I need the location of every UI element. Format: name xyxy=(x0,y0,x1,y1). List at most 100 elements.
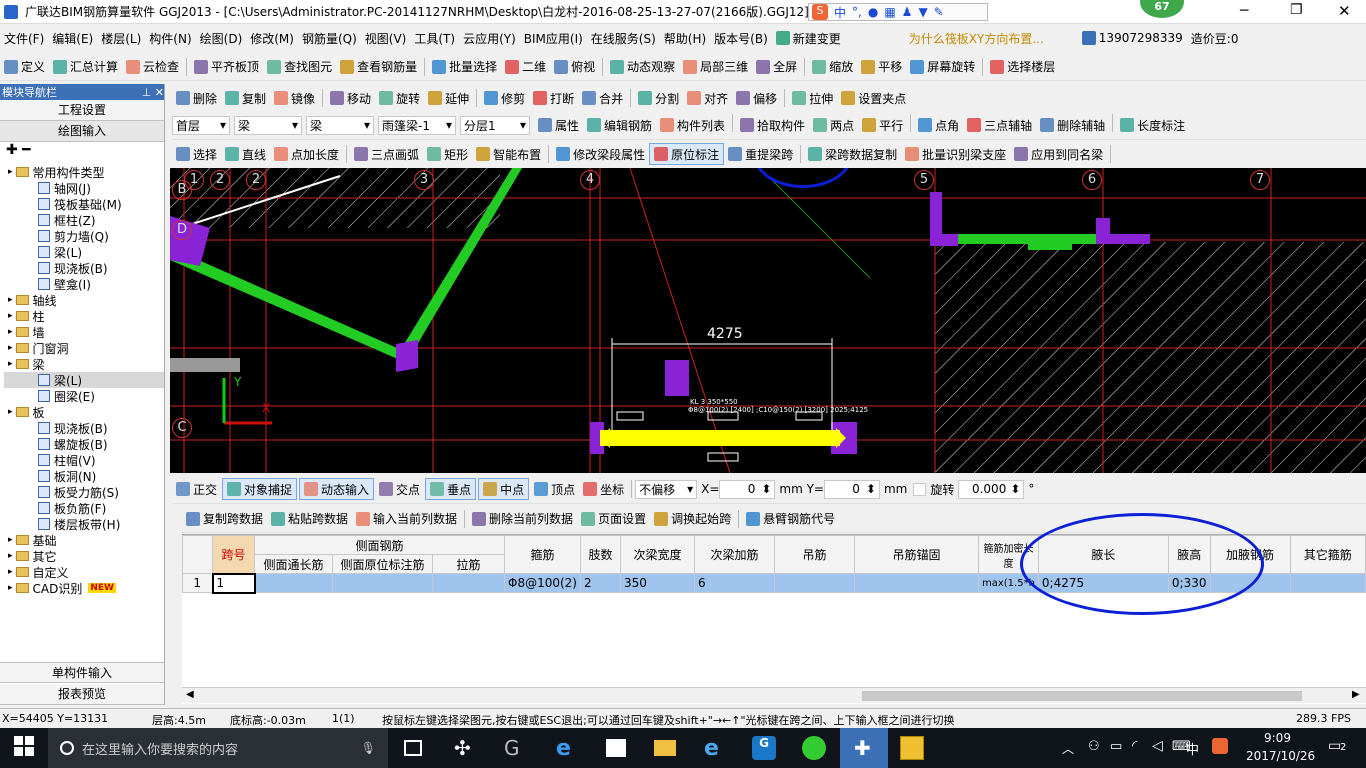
green-app-icon[interactable] xyxy=(802,736,826,760)
menu-item-6[interactable]: 钢筋量(Q) xyxy=(298,27,361,49)
tree-item[interactable]: 板负筋(F) xyxy=(4,500,164,516)
tb4-button-9[interactable]: 梁跨数据复制 xyxy=(804,143,901,165)
tree-item[interactable]: ▸ 基础 xyxy=(4,532,164,548)
offset-select[interactable]: 不偏移 ▾ xyxy=(635,479,698,499)
menu-item-12[interactable]: 帮助(H) xyxy=(660,27,710,49)
tb1-button-3[interactable]: 平齐板顶 xyxy=(190,56,263,78)
tb4-button-1[interactable]: 直线 xyxy=(221,143,270,165)
fan-app-icon[interactable]: ✣ xyxy=(454,736,478,760)
taskbar-search[interactable]: 在这里输入你要搜索的内容 🎙 xyxy=(48,728,388,768)
rotate-input[interactable]: 0.000 ⬍ xyxy=(958,479,1025,499)
tray-volume-icon[interactable]: ◁ xyxy=(1152,738,1163,754)
price-label[interactable]: 造价豆:0 xyxy=(1187,27,1243,49)
menu-item-0[interactable]: 文件(F) xyxy=(0,27,48,49)
grid-button-5[interactable]: 调换起始跨 xyxy=(650,508,735,530)
tb1-button-13[interactable]: 平移 xyxy=(857,56,906,78)
expand-icon[interactable]: ▸ xyxy=(8,311,13,321)
snap-button-2[interactable]: 动态输入 xyxy=(299,478,375,500)
snap-button-4[interactable]: 垂点 xyxy=(425,478,477,500)
tb2-button-4[interactable]: 旋转 xyxy=(375,87,424,109)
tb1-button-2[interactable]: 云检查 xyxy=(122,56,183,78)
snap-button-6[interactable]: 顶点 xyxy=(530,478,579,500)
tb4-button-8[interactable]: 重提梁跨 xyxy=(724,143,797,165)
expand-icon[interactable]: ▸ xyxy=(8,407,13,417)
tree-item[interactable]: 现浇板(B) xyxy=(4,260,164,276)
expand-icon[interactable]: ▸ xyxy=(8,583,13,593)
tb2-button-7[interactable]: 打断 xyxy=(529,87,578,109)
snap-button-0[interactable]: 正交 xyxy=(172,478,221,500)
glodon-g-icon[interactable]: G xyxy=(752,736,776,760)
col-header-9[interactable]: 吊筋锚固 xyxy=(853,535,979,574)
tb3-button-2[interactable]: 构件列表 xyxy=(656,114,729,136)
tray-people-icon[interactable]: ⚇ xyxy=(1088,739,1100,754)
tb3-button-8[interactable]: 删除辅轴 xyxy=(1036,114,1109,136)
tree-item[interactable]: 板洞(N) xyxy=(4,468,164,484)
tree-item[interactable]: 框柱(Z) xyxy=(4,212,164,228)
beam-selected-yellow[interactable] xyxy=(600,430,840,446)
table-cell[interactable]: 2 xyxy=(579,573,621,593)
tray-wifi-icon[interactable]: ◜ xyxy=(1132,738,1137,754)
tb2-button-5[interactable]: 延伸 xyxy=(424,87,473,109)
horizontal-scrollbar[interactable]: ◀ ▶ xyxy=(182,687,1366,703)
grid-button-0[interactable]: 复制跨数据 xyxy=(182,508,267,530)
tray-ime[interactable]: 中 xyxy=(1186,739,1199,758)
col-header-0[interactable]: 跨号 xyxy=(212,535,255,574)
active-app-icon[interactable]: ✚ xyxy=(840,728,888,768)
menu-item-13[interactable]: 版本号(B) xyxy=(710,27,772,49)
grid-button-3[interactable]: 删除当前列数据 xyxy=(468,508,577,530)
tb4-button-0[interactable]: 选择 xyxy=(172,143,221,165)
badge-circle[interactable]: 67 xyxy=(1140,0,1184,18)
sogou-toolbar[interactable]: S 中 °, ● ▦ ♟ ▼ ✎ xyxy=(808,3,988,21)
tree-item[interactable]: 圈梁(E) xyxy=(4,388,164,404)
table-cell[interactable] xyxy=(773,573,855,593)
tree-item[interactable]: 螺旋板(B) xyxy=(4,436,164,452)
menu-item-11[interactable]: 在线服务(S) xyxy=(587,27,660,49)
maximize-button[interactable]: ❐ xyxy=(1290,2,1303,18)
expand-icon[interactable]: ▸ xyxy=(8,551,13,561)
tree-item[interactable]: 筏板基础(M) xyxy=(4,196,164,212)
tray-sogou-icon[interactable] xyxy=(1212,738,1228,754)
user-phone[interactable]: 13907298339 xyxy=(1078,27,1187,49)
tb1-button-0[interactable]: 定义 xyxy=(0,56,49,78)
tb2-button-12[interactable]: 拉伸 xyxy=(788,87,837,109)
scroll-right-icon[interactable]: ▶ xyxy=(1352,689,1360,700)
tree-item[interactable]: ▸ 柱 xyxy=(4,308,164,324)
col-header-14[interactable]: 其它箍筋 xyxy=(1289,535,1366,574)
task-view-icon[interactable] xyxy=(404,740,422,756)
tree-item[interactable]: 现浇板(B) xyxy=(4,420,164,436)
expand-icon[interactable]: ▸ xyxy=(8,327,13,337)
expand-icon[interactable]: ▸ xyxy=(8,295,13,305)
type2-select[interactable]: 梁 ▾ xyxy=(306,115,374,135)
tb1-button-1[interactable]: 汇总计算 xyxy=(49,56,122,78)
tb1-button-6[interactable]: 批量选择 xyxy=(428,56,501,78)
tree-item[interactable]: ▸ 梁 xyxy=(4,356,164,372)
single-component-button[interactable]: 单构件输入 xyxy=(0,662,164,683)
report-preview-button[interactable]: 报表预览 xyxy=(0,684,164,705)
mic-icon[interactable]: 🎙 xyxy=(361,741,376,755)
ad-link[interactable]: 为什么筏板XY方向布置... xyxy=(905,27,1048,49)
close-button[interactable]: ✕ xyxy=(1338,2,1351,20)
tb4-button-10[interactable]: 批量识别梁支座 xyxy=(901,143,1010,165)
menu-item-4[interactable]: 绘图(D) xyxy=(196,27,247,49)
col-header-6[interactable]: 次梁宽度 xyxy=(619,535,695,574)
tree-item[interactable]: ▸ 轴线 xyxy=(4,292,164,308)
name-select[interactable]: 雨篷梁-1 ▾ xyxy=(378,115,456,135)
layer-select[interactable]: 分层1 ▾ xyxy=(460,115,530,135)
col-header-1[interactable]: 侧面通长筋 xyxy=(254,554,333,574)
tb2-button-13[interactable]: 设置夹点 xyxy=(837,87,910,109)
tb3-button-4[interactable]: 两点 xyxy=(809,114,858,136)
floor-select[interactable]: 首层 ▾ xyxy=(172,115,230,135)
minimize-button[interactable]: ─ xyxy=(1240,3,1248,19)
tb2-button-9[interactable]: 分割 xyxy=(634,87,683,109)
grid-button-6[interactable]: 悬臂钢筋代号 xyxy=(742,508,839,530)
tb2-button-6[interactable]: 修剪 xyxy=(480,87,529,109)
tb2-button-8[interactable]: 合并 xyxy=(578,87,627,109)
tb4-button-3[interactable]: 三点画弧 xyxy=(350,143,423,165)
menu-item-9[interactable]: 云应用(Y) xyxy=(459,27,520,49)
tb2-button-1[interactable]: 复制 xyxy=(221,87,270,109)
col-header-4[interactable]: 箍筋 xyxy=(504,535,581,574)
tb1-button-7[interactable]: 二维 xyxy=(501,56,550,78)
tray-chevron-icon[interactable]: ︿ xyxy=(1062,740,1074,757)
table-cell[interactable] xyxy=(254,573,333,593)
menu-item-1[interactable]: 编辑(E) xyxy=(48,27,97,49)
